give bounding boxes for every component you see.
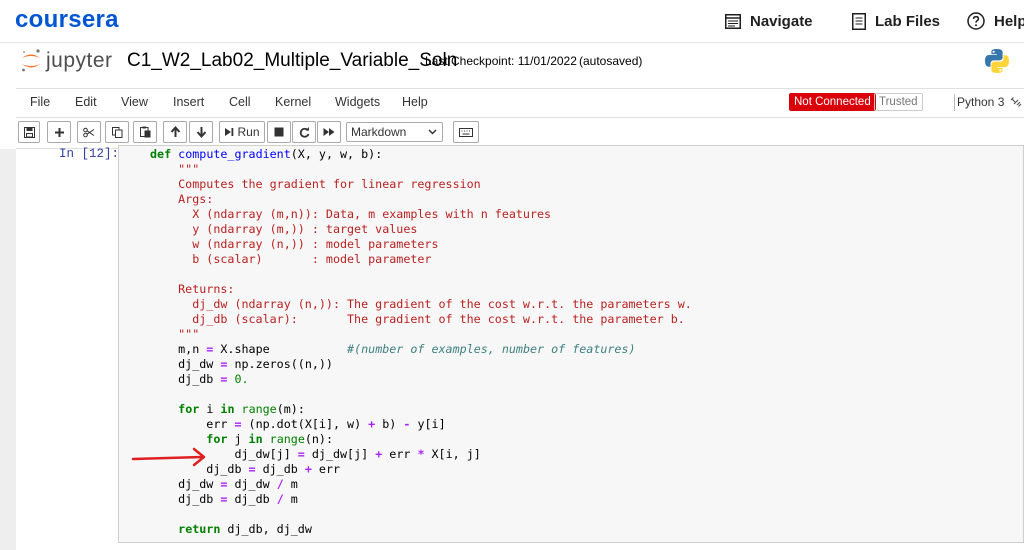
code-line: m,n = X.shape #(number of examples, numb… [150, 342, 636, 356]
menubar: File Edit View Insert Cell Kernel Widget… [16, 88, 1024, 118]
lab-files-button[interactable]: Lab Files [852, 10, 940, 32]
code-line: def compute_gradient(X, y, w, b): [150, 147, 383, 161]
help-label: Help [994, 12, 1024, 30]
restart-run-all-button[interactable] [317, 121, 341, 143]
cell-type-select[interactable]: Markdown [346, 122, 443, 142]
kernel-status-icon [1010, 97, 1022, 107]
keyboard-icon [459, 127, 473, 137]
paste-icon [139, 126, 150, 138]
code-line: w (ndarray (n,)) : model parameters [150, 237, 439, 251]
command-palette-button[interactable] [453, 121, 479, 143]
code-line: dj_db = dj_db + err [150, 462, 341, 476]
code-line: dj_dw[j] = dj_dw[j] + err * X[i, j] [150, 447, 481, 461]
last-checkpoint: Last Checkpoint: 11/01/2022 [425, 54, 577, 68]
fast-forward-icon [323, 128, 335, 136]
code-line: Returns: [150, 282, 235, 296]
copy-button[interactable] [105, 121, 129, 143]
autosave-status: (autosaved) [579, 54, 643, 68]
save-button[interactable] [18, 121, 40, 143]
cut-button[interactable] [77, 121, 101, 143]
plus-icon [54, 127, 64, 137]
jupyter-header: jupyter C1_W2_Lab02_Multiple_Variable_So… [0, 43, 1024, 85]
arrow-up-icon [170, 126, 180, 137]
browser-window-icon [725, 13, 741, 29]
chevron-down-icon [428, 129, 437, 135]
menu-kernel[interactable]: Kernel [275, 95, 311, 109]
menu-help[interactable]: Help [402, 95, 428, 109]
code-line: dj_db = dj_db / m [150, 492, 298, 506]
coursera-logo[interactable]: coursera [15, 6, 119, 34]
code-line: return dj_db, dj_dw [178, 522, 312, 536]
menu-widgets[interactable]: Widgets [335, 95, 380, 109]
move-down-button[interactable] [189, 121, 213, 143]
jupyter-logo-icon [22, 49, 40, 72]
trusted-indicator[interactable]: Trusted [874, 93, 923, 111]
scissors-icon [83, 127, 95, 137]
code-line: X (ndarray (m,n)): Data, m examples with… [150, 207, 552, 221]
menu-edit[interactable]: Edit [75, 95, 97, 109]
code-line: err = (np.dot(X[i], w) + b) - y[i] [150, 417, 446, 431]
code-line: ​ [150, 387, 692, 402]
code-line: for i in range(m): [178, 402, 305, 416]
code-line: dj_dw = dj_dw / m [150, 477, 298, 491]
navigate-label: Navigate [750, 12, 813, 30]
arrow-down-icon [196, 127, 206, 138]
run-label: Run [237, 125, 260, 139]
code-line: dj_db (scalar): The gradient of the cost… [150, 312, 685, 326]
code-line: b (scalar) : model parameter [150, 252, 432, 266]
python-logo-icon [985, 49, 1009, 73]
code-line: for j in range(n): [206, 432, 334, 446]
jupyter-logo-text: jupyter [46, 49, 113, 72]
menu-file[interactable]: File [30, 95, 50, 109]
code-line: dj_dw (ndarray (n,)): The gradient of th… [150, 297, 692, 311]
code-editor[interactable]: def compute_gradient(X, y, w, b): """ Co… [150, 147, 692, 537]
menubar-divider [954, 94, 955, 111]
kernel-indicator: Python 3 [957, 95, 1022, 109]
red-arrow-annotation [131, 447, 206, 467]
paste-button[interactable] [133, 121, 157, 143]
stop-icon [274, 127, 284, 137]
notebook-name[interactable]: C1_W2_Lab02_Multiple_Variable_Soln [127, 50, 457, 72]
code-line: y (ndarray (m,)) : target values [150, 222, 418, 236]
kernel-name: Python 3 [957, 95, 1005, 109]
question-circle-icon [967, 12, 985, 30]
menu-cell[interactable]: Cell [229, 95, 251, 109]
code-line: Computes the gradient for linear regress… [150, 177, 481, 191]
save-icon [23, 126, 35, 138]
code-line: dj_dw = np.zeros((n,)) [150, 357, 333, 371]
code-line: """ [150, 327, 200, 341]
move-up-button[interactable] [163, 121, 187, 143]
cell-type-value: Markdown [351, 125, 407, 139]
copy-icon [111, 126, 122, 138]
code-line: """ [150, 162, 200, 176]
interrupt-button[interactable] [267, 121, 291, 143]
restart-button[interactable] [292, 121, 316, 143]
lab-files-label: Lab Files [875, 12, 941, 30]
cell-prompt: In [12]: [59, 147, 120, 161]
code-line: Args: [150, 192, 214, 206]
menu-view[interactable]: View [121, 95, 148, 109]
jupyter-logo[interactable]: jupyter [20, 48, 113, 74]
document-icon [852, 12, 866, 30]
code-line: ​ [150, 507, 692, 522]
not-connected-indicator[interactable]: Not Connected [789, 93, 876, 111]
help-button[interactable]: Help [967, 10, 1024, 32]
run-button[interactable]: Run [219, 121, 265, 143]
insert-cell-button[interactable] [47, 121, 71, 143]
menu-insert[interactable]: Insert [173, 95, 204, 109]
code-line: ​ [150, 267, 692, 282]
code-line: dj_db = 0. [150, 372, 249, 386]
refresh-icon [299, 126, 309, 138]
step-forward-icon [225, 128, 234, 136]
coursera-header: coursera Navigate Lab Files Help [0, 0, 1024, 43]
navigate-button[interactable]: Navigate [725, 10, 813, 32]
